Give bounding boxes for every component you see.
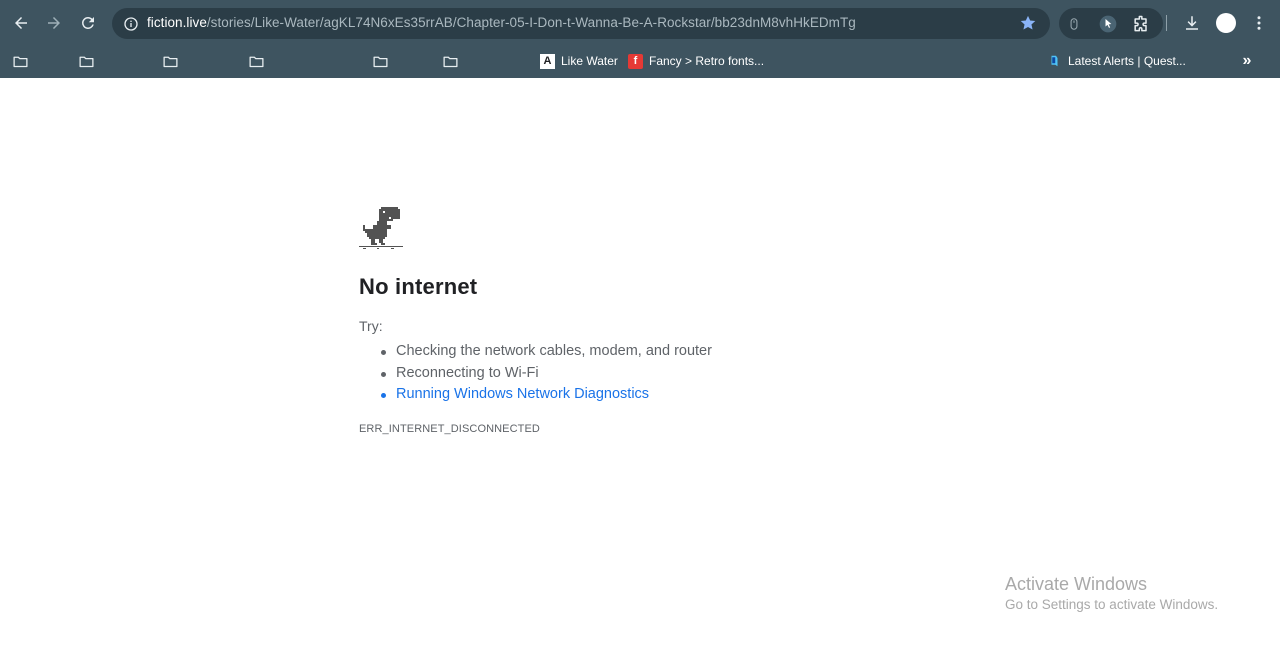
bookmark-folder-6[interactable]	[441, 52, 459, 70]
site-info-icon[interactable]	[120, 13, 142, 35]
bookmark-folder-3[interactable]	[161, 52, 179, 70]
folder-icon	[442, 56, 458, 67]
bookmark-folder-2[interactable]	[77, 52, 95, 70]
folder-icon	[372, 56, 388, 67]
try-label: Try:	[359, 318, 383, 334]
watermark-line-1: Activate Windows	[1005, 574, 1148, 594]
bookmark-folder-1[interactable]	[11, 52, 29, 70]
extensions-puzzle-icon[interactable]	[1130, 13, 1152, 35]
browser-toolbar: fiction.live/stories/Like-Water/agKL74N6…	[0, 0, 1280, 45]
reload-button[interactable]	[75, 10, 101, 36]
bookmark-like-water[interactable]: A Like Water	[540, 51, 618, 71]
profile-avatar[interactable]	[1216, 13, 1236, 33]
bookmark-star-icon[interactable]	[1018, 13, 1038, 33]
bookmark-label: Latest Alerts | Quest...	[1068, 54, 1186, 68]
reload-icon	[82, 17, 94, 29]
url-host: fiction.live	[147, 15, 207, 30]
downloads-button[interactable]	[1179, 10, 1205, 36]
extensions-area	[1059, 8, 1163, 39]
menu-button[interactable]	[1246, 10, 1272, 36]
folder-icon	[12, 56, 28, 67]
mouse-extension-icon[interactable]	[1063, 13, 1085, 35]
address-bar[interactable]: fiction.live/stories/Like-Water/agKL74N6…	[112, 8, 1050, 39]
suggestions-list: Checking the network cables, modem, and …	[359, 341, 959, 406]
error-page: No internet Try: Checking the network ca…	[359, 205, 959, 435]
kebab-menu-icon	[1257, 16, 1261, 30]
a-letter-icon: A	[540, 53, 555, 69]
folder-icon	[162, 56, 178, 67]
bookmark-label: Like Water	[561, 54, 618, 68]
bookmarks-bar: A Like Water f Fancy > Retro fonts... La…	[0, 45, 1280, 78]
url-path: /stories/Like-Water/agKL74N6xEs35rrAB/Ch…	[206, 15, 856, 30]
bookmark-folder-4[interactable]	[247, 52, 265, 70]
toolbar-divider	[1166, 15, 1167, 31]
bookmark-latest-alerts[interactable]: Latest Alerts | Quest...	[1047, 51, 1186, 71]
quest-logo-icon	[1047, 54, 1062, 69]
activate-windows-watermark: Activate Windows Go to Settings to activ…	[1005, 574, 1218, 612]
bookmark-fancy-retro-fonts[interactable]: f Fancy > Retro fonts...	[628, 51, 764, 71]
download-icon	[1186, 16, 1198, 30]
url-text[interactable]: fiction.live/stories/Like-Water/agKL74N6…	[147, 15, 856, 30]
fancy-logo-icon: f	[628, 53, 643, 69]
error-code: ERR_INTERNET_DISCONNECTED	[359, 422, 540, 435]
chevron-double-right-icon[interactable]: »	[1237, 51, 1257, 71]
back-button[interactable]	[8, 10, 34, 36]
watermark-line-2: Go to Settings to activate Windows.	[1005, 597, 1219, 612]
folder-icon	[78, 56, 94, 67]
arrow-left-icon	[15, 17, 27, 29]
suggestion-check-cables: Checking the network cables, modem, and …	[381, 341, 959, 363]
suggestion-reconnect-wifi: Reconnecting to Wi-Fi	[381, 363, 959, 385]
page-title: No internet	[359, 274, 478, 299]
dinosaur-icon[interactable]	[359, 205, 403, 249]
arrow-right-icon	[48, 17, 60, 29]
bookmark-label: Fancy > Retro fonts...	[649, 54, 765, 68]
folder-icon	[248, 56, 264, 67]
forward-button[interactable]	[41, 10, 67, 36]
network-diagnostics-link[interactable]: Running Windows Network Diagnostics	[381, 384, 959, 406]
bookmark-folder-5[interactable]	[371, 52, 389, 70]
cursor-extension-icon[interactable]	[1097, 13, 1119, 35]
